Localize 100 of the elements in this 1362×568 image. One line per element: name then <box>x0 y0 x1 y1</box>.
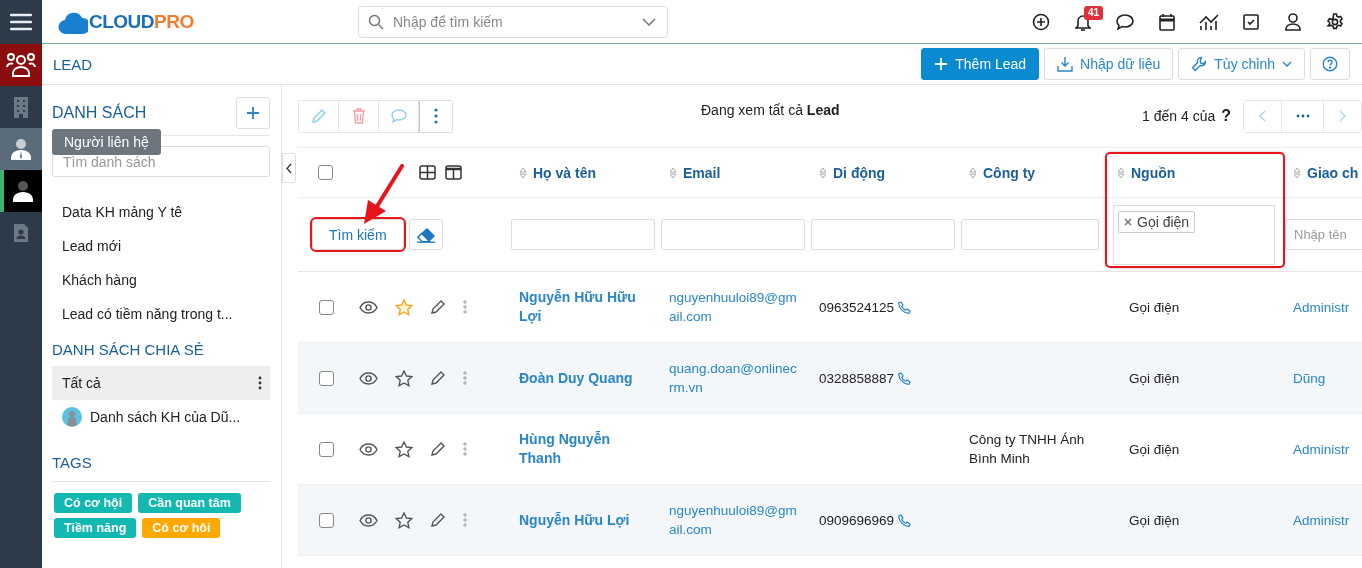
action-button[interactable]: Tùy chỉnh <box>1178 48 1305 80</box>
tag[interactable]: Tiềm năng <box>54 518 137 538</box>
phone-icon[interactable] <box>898 513 912 527</box>
sort-icon <box>1293 166 1301 179</box>
section-heading: TAGS <box>52 454 270 482</box>
search-field[interactable]: Nhập để tìm kiếm <box>358 5 668 38</box>
sort-icon <box>1117 166 1125 179</box>
chevron-down-icon <box>642 17 656 26</box>
action-button[interactable] <box>1310 48 1350 80</box>
assignee-link[interactable]: Dũng <box>1293 370 1326 386</box>
email-link[interactable]: nguyenhuuloi89@gmail.com <box>669 288 797 326</box>
sort-icon <box>819 166 827 179</box>
assignee-link[interactable]: Administr <box>1293 512 1350 528</box>
action-button[interactable]: Nhập dữ liệu <box>1044 48 1174 80</box>
email-link[interactable]: quang.doan@onlinecrm.vn <box>669 359 797 397</box>
plus-icon <box>934 57 949 71</box>
lead-name-link[interactable]: Nguyễn Hữu Hữu Lợi <box>519 288 644 326</box>
settings-icon <box>1326 12 1344 31</box>
list-item[interactable]: Lead có tiềm năng trong t... <box>52 297 270 331</box>
list-item[interactable]: Data KH mảng Y tê <box>52 195 270 229</box>
star-icon[interactable] <box>395 369 413 387</box>
lead-name-link[interactable]: Nguyễn Hữu Lợi <box>519 510 630 530</box>
search-icon <box>368 13 384 30</box>
chart-icon <box>1198 12 1220 31</box>
module-tab[interactable] <box>0 44 42 86</box>
column-header[interactable]: Giao ch <box>1287 164 1359 181</box>
more-icon <box>258 376 262 390</box>
table-cell: Gọi điện <box>1129 512 1180 528</box>
add-list-button[interactable] <box>236 97 270 129</box>
collapse-button[interactable] <box>282 153 296 183</box>
star-icon[interactable] <box>395 440 413 458</box>
module-title: LEAD <box>53 55 93 73</box>
chevron-right-icon <box>1339 110 1346 122</box>
filter-field[interactable] <box>811 219 955 250</box>
chevron-left-icon <box>286 162 292 174</box>
email-link[interactable]: nguyenhuuloi89@gmail.com <box>669 501 797 539</box>
star-icon[interactable] <box>395 298 413 316</box>
list-item[interactable]: Tất cả <box>52 366 270 400</box>
help-icon <box>1322 56 1338 72</box>
pencil-icon[interactable] <box>430 299 446 315</box>
pencil-icon[interactable] <box>430 512 446 528</box>
notification-badge: 41 <box>1084 5 1104 20</box>
contact-card-icon <box>13 223 29 243</box>
filter-field[interactable] <box>661 219 805 250</box>
eye-icon[interactable] <box>359 371 378 385</box>
column-header[interactable]: Họ và tên <box>513 164 596 181</box>
wrench-icon <box>1191 56 1208 72</box>
row-checkbox[interactable] <box>319 512 334 528</box>
tooltip: Người liên hệ <box>52 129 161 155</box>
view-caption: Đang xem tất cả Lead <box>701 102 840 118</box>
grid-icon[interactable] <box>419 165 436 180</box>
eye-icon[interactable] <box>359 300 378 314</box>
filter-field[interactable]: Gọi điện <box>1113 204 1275 265</box>
calendar-icon <box>1159 12 1175 31</box>
filter-field[interactable]: Nhập tên <box>1285 219 1362 250</box>
eye-icon[interactable] <box>359 513 378 527</box>
list-item[interactable]: Khách hàng <box>52 263 270 297</box>
chat-icon <box>390 109 407 123</box>
phone-icon[interactable] <box>898 300 912 314</box>
assignee-link[interactable]: Administr <box>1293 299 1350 315</box>
plus-icon <box>246 106 260 120</box>
checkbox-icon <box>1243 13 1259 30</box>
menu-icon <box>10 13 32 31</box>
columns-icon[interactable] <box>445 165 462 180</box>
column-header[interactable]: Email <box>663 164 721 181</box>
ellipsis-icon <box>1295 114 1310 118</box>
list-item[interactable]: Danh sách KH của Dũ... <box>52 400 270 434</box>
download-icon <box>1057 56 1074 72</box>
toolbar-button[interactable]: 41 <box>1062 1 1104 42</box>
filter-chip[interactable]: Gọi điện <box>1118 210 1196 233</box>
pencil-icon[interactable] <box>430 370 446 386</box>
tag[interactable]: Có cơ hội <box>54 493 133 513</box>
building-icon <box>12 96 30 118</box>
avatar-icon <box>62 407 82 427</box>
action-button[interactable]: Thêm Lead <box>921 48 1040 80</box>
eraser-icon <box>415 226 436 243</box>
phone-icon[interactable] <box>898 371 912 385</box>
select-all-checkbox[interactable] <box>318 165 333 180</box>
person-icon <box>10 138 32 160</box>
column-header[interactable]: Di động <box>813 164 886 181</box>
column-header[interactable]: Nguồn <box>1107 164 1176 181</box>
list-item[interactable]: Lead mới <box>52 229 270 263</box>
row-checkbox[interactable] <box>319 299 334 315</box>
pencil-icon[interactable] <box>430 441 446 457</box>
column-header[interactable]: Công ty <box>963 164 1036 181</box>
filter-field[interactable] <box>511 219 655 250</box>
remove-icon <box>1124 217 1132 226</box>
assignee-link[interactable]: Administr <box>1293 441 1350 457</box>
row-checkbox[interactable] <box>319 370 334 386</box>
filter-field[interactable] <box>961 219 1099 250</box>
tag[interactable]: Cần quan tâm <box>138 493 241 513</box>
lead-name-link[interactable]: Đoàn Duy Quang <box>519 368 633 388</box>
module-tab[interactable] <box>0 170 42 212</box>
star-icon[interactable] <box>395 511 413 529</box>
eye-icon[interactable] <box>359 442 378 456</box>
lead-name-link[interactable]: Hùng Nguyễn Thanh <box>519 430 644 468</box>
search-button[interactable]: Tìm kiếm <box>312 219 404 250</box>
people-icon <box>6 52 36 78</box>
clear-filter-button[interactable] <box>408 219 443 250</box>
row-checkbox[interactable] <box>319 441 334 457</box>
